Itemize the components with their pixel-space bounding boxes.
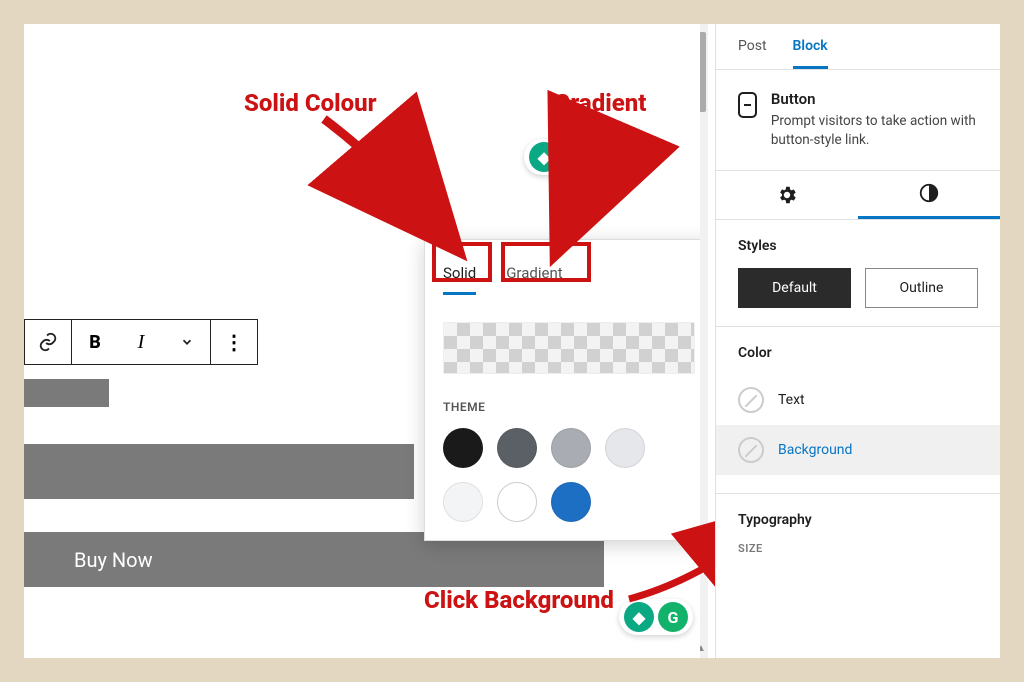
assistant-pill[interactable]: ◆ G <box>524 139 598 175</box>
styles-panel: Styles Default Outline <box>716 220 1000 327</box>
annotation-gradient-label: Gradient <box>554 89 646 117</box>
swatch-white[interactable] <box>497 482 537 522</box>
swatch-black[interactable] <box>443 428 483 468</box>
color-panel: Color Text Background <box>716 327 1000 494</box>
grammarly-icon[interactable]: G <box>563 142 593 172</box>
typography-heading: Typography <box>738 512 978 528</box>
styles-halfcircle-icon[interactable] <box>858 171 1000 219</box>
style-default-button[interactable]: Default <box>738 268 851 308</box>
typography-size-label: SIZE <box>738 542 978 555</box>
color-preview-transparent[interactable] <box>443 322 695 374</box>
color-text-label: Text <box>778 392 805 408</box>
app-frame: ▲ ◆ G ◆ G B I <box>24 24 1000 658</box>
theme-section-label: THEME <box>443 400 695 414</box>
editor-block-fragment <box>24 379 109 407</box>
link-icon[interactable] <box>25 320 71 364</box>
tab-post[interactable]: Post <box>738 38 767 69</box>
settings-sidebar: Post Block Button Prompt visitors to tak… <box>715 24 1000 658</box>
annotation-solid-label: Solid Colour <box>244 89 377 117</box>
color-background-label: Background <box>778 442 852 458</box>
assistant-pill-bottom[interactable]: ◆ G <box>619 599 693 635</box>
styles-heading: Styles <box>738 238 978 254</box>
annotation-box-solid <box>432 242 492 282</box>
more-formatting-caret[interactable] <box>164 320 210 364</box>
block-title: Button <box>771 90 978 108</box>
color-text-swatch <box>738 387 764 413</box>
editor-button-block[interactable] <box>24 444 414 499</box>
color-popover: Solid Gradient THEME <box>424 239 700 541</box>
typography-panel: Typography SIZE <box>716 494 1000 573</box>
swatch-darkgray[interactable] <box>497 428 537 468</box>
color-text-row[interactable]: Text <box>738 375 978 425</box>
block-toolbar: B I ⋮ <box>24 319 258 365</box>
color-heading: Color <box>738 345 978 361</box>
swatch-gray[interactable] <box>551 428 591 468</box>
color-background-row[interactable]: Background <box>716 425 1000 475</box>
block-desc: Prompt visitors to take action with butt… <box>771 112 978 150</box>
settings-gear-icon[interactable] <box>716 171 858 219</box>
swatch-offwhite[interactable] <box>443 482 483 522</box>
button-block-icon <box>738 92 757 118</box>
swatch-lightgray[interactable] <box>605 428 645 468</box>
editor-canvas: ◆ G ◆ G B I ⋮ <box>24 24 700 658</box>
theme-swatches <box>443 428 695 522</box>
tab-block[interactable]: Block <box>793 38 828 69</box>
sidebar-tabs: Post Block <box>716 24 1000 70</box>
bold-button[interactable]: B <box>72 320 118 364</box>
more-options-icon[interactable]: ⋮ <box>211 320 257 364</box>
settings-icon-row <box>716 170 1000 220</box>
italic-button[interactable]: I <box>118 320 164 364</box>
style-outline-button[interactable]: Outline <box>865 268 978 308</box>
diamond-icon[interactable]: ◆ <box>529 142 559 172</box>
block-info: Button Prompt visitors to take action wi… <box>716 70 1000 170</box>
diamond-icon[interactable]: ◆ <box>624 602 654 632</box>
annotation-box-gradient <box>501 242 591 282</box>
grammarly-icon[interactable]: G <box>658 602 688 632</box>
swatch-blue[interactable] <box>551 482 591 522</box>
color-background-swatch <box>738 437 764 463</box>
annotation-click-bg-label: Click Background <box>424 586 614 614</box>
